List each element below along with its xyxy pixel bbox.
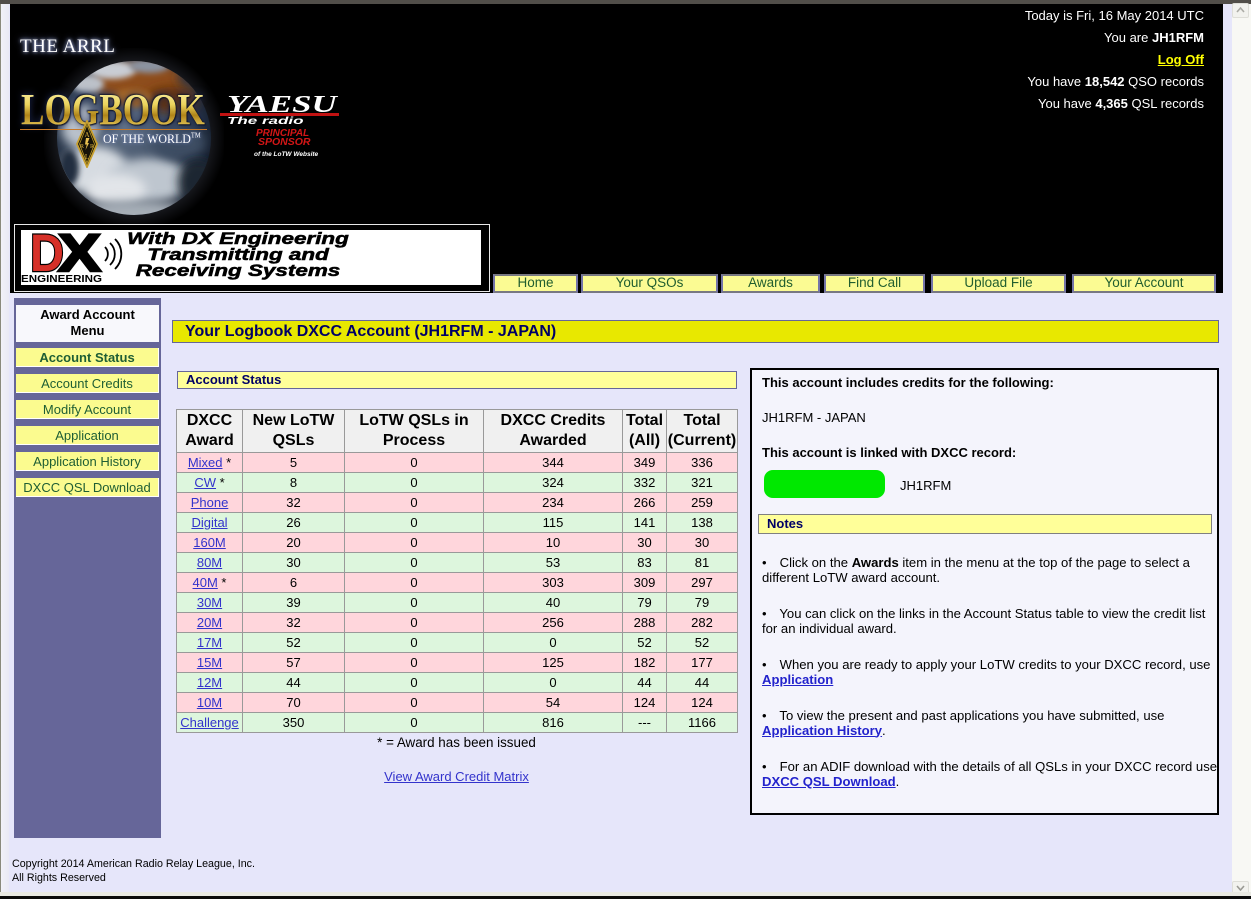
svg-text:R: R xyxy=(80,144,84,150)
svg-text:A: A xyxy=(84,131,89,139)
svg-text:L: L xyxy=(85,153,89,161)
svg-text:R: R xyxy=(90,144,94,150)
